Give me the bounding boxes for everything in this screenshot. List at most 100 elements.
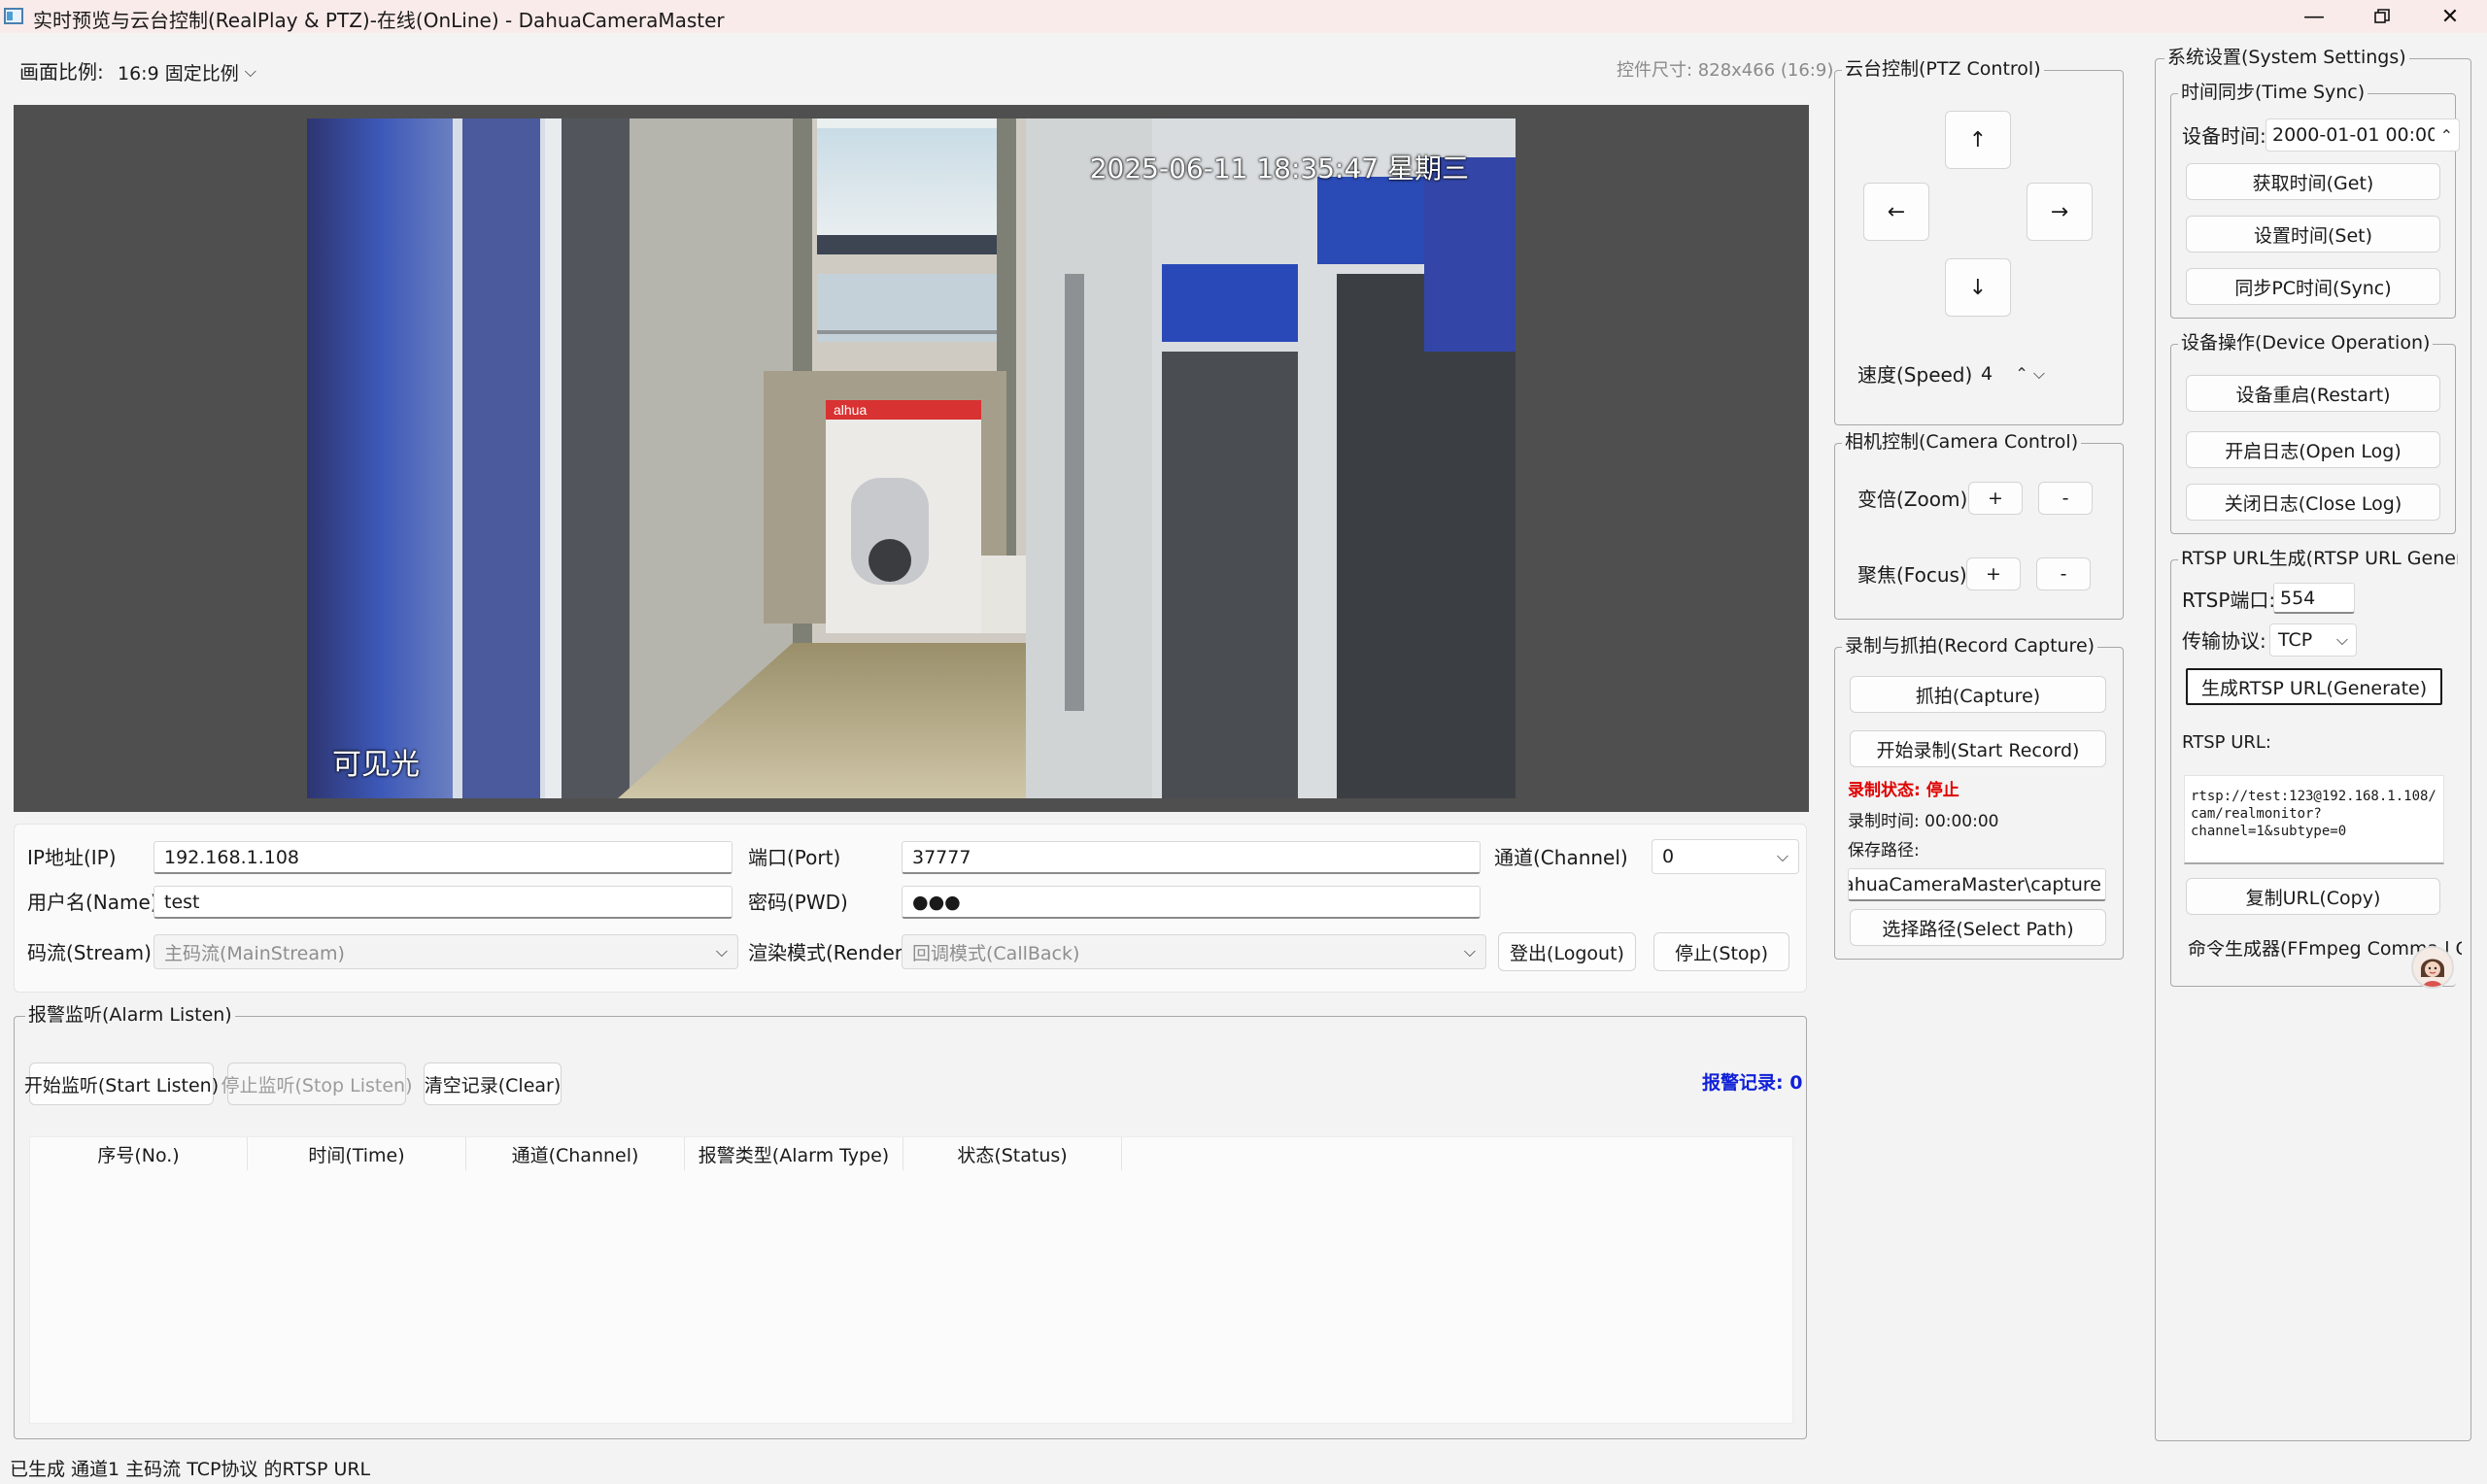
record-group-title: 录制与抓拍(Record Capture) xyxy=(1842,637,2098,656)
speed-spinbox[interactable]: 4 ⌃ ⌵ xyxy=(1970,357,2056,390)
port-input[interactable]: 37777 xyxy=(902,841,1481,874)
chevron-down-icon: ⌵ xyxy=(244,62,256,81)
camera-group xyxy=(1834,443,2124,620)
record-time: 录制时间: 00:00:00 xyxy=(1848,812,1999,831)
ptz-group-title: 云台控制(PTZ Control) xyxy=(1842,60,2044,79)
column-header[interactable]: 状态(Status) xyxy=(903,1137,1122,1170)
device-operation-title: 设备操作(Device Operation) xyxy=(2178,334,2434,353)
username-label: 用户名(Name) xyxy=(27,891,158,914)
title-bar: 实时预览与云台控制(RealPlay & PTZ)-在线(OnLine) - D… xyxy=(0,0,2487,33)
column-header[interactable]: 时间(Time) xyxy=(248,1137,466,1170)
restore-icon[interactable] xyxy=(2353,0,2411,33)
ptz-left-button[interactable]: ← xyxy=(1863,183,1929,241)
stream-select[interactable]: 主码流(MainStream) ⌵ xyxy=(153,934,738,969)
render-select[interactable]: 回调模式(CallBack) ⌵ xyxy=(902,934,1486,969)
video-channel-label: 可见光 xyxy=(332,748,420,782)
open-log-button[interactable]: 开启日志(Open Log) xyxy=(2186,431,2440,468)
focus-label: 聚焦(Focus) xyxy=(1857,563,1967,587)
rtsp-port-label: RTSP端口: xyxy=(2182,589,2276,612)
ptz-down-button[interactable]: ↓ xyxy=(1945,258,2011,317)
rtsp-port-input[interactable]: 554 xyxy=(2273,583,2355,614)
alarm-count: 报警记录: 0 xyxy=(1702,1072,1803,1094)
protocol-value: TCP xyxy=(2278,629,2313,651)
start-listen-button[interactable]: 开始监听(Start Listen) xyxy=(24,1062,219,1105)
ptz-up-button[interactable]: ↑ xyxy=(1945,111,2011,169)
stream-value: 主码流(MainStream) xyxy=(164,942,345,964)
camera-frame-image: alhua xyxy=(307,118,1516,798)
port-label: 端口(Port) xyxy=(748,846,841,869)
assistant-avatar-icon[interactable] xyxy=(2411,946,2454,989)
get-time-button[interactable]: 获取时间(Get) xyxy=(2186,163,2440,200)
speed-value: 4 xyxy=(1981,363,1993,385)
column-header[interactable]: 报警类型(Alarm Type) xyxy=(685,1137,903,1170)
video-preview[interactable]: alhua 2025-06-11 18:35:47 星期三 可见光 xyxy=(307,118,1516,798)
camera-group-title: 相机控制(Camera Control) xyxy=(1842,433,2082,452)
sync-pc-time-button[interactable]: 同步PC时间(Sync) xyxy=(2186,268,2440,305)
system-group-title: 系统设置(System Settings) xyxy=(2164,49,2409,67)
alarm-group-title: 报警监听(Alarm Listen) xyxy=(25,1006,235,1025)
channel-value: 0 xyxy=(1662,846,1675,867)
column-header[interactable]: 序号(No.) xyxy=(30,1137,248,1170)
restart-button[interactable]: 设备重启(Restart) xyxy=(2186,375,2440,412)
speed-label: 速度(Speed) xyxy=(1857,363,1973,387)
box-brand-text: alhua xyxy=(834,402,867,418)
render-label: 渲染模式(Render) xyxy=(748,941,910,964)
password-label: 密码(PWD) xyxy=(748,891,848,914)
aspect-ratio-select[interactable]: 16:9 固定比例 ⌵ xyxy=(107,54,264,89)
zoom-out-button[interactable]: - xyxy=(2038,482,2093,515)
aspect-ratio-value: 16:9 固定比例 xyxy=(118,62,239,84)
chevron-down-icon: ⌵ xyxy=(715,942,728,961)
save-path-input[interactable]: ,DahuaCameraMaster\capture xyxy=(1848,868,2106,901)
window-title: 实时预览与云台控制(RealPlay & PTZ)-在线(OnLine) - D… xyxy=(33,9,725,32)
logout-button[interactable]: 登出(Logout) xyxy=(1498,932,1636,971)
stop-listen-button[interactable]: 停止监听(Stop Listen) xyxy=(221,1062,413,1105)
chevron-down-icon: ⌵ xyxy=(1776,847,1789,865)
clear-button[interactable]: 清空记录(Clear) xyxy=(424,1062,562,1105)
password-input[interactable]: ●●● xyxy=(902,886,1481,919)
save-path-label: 保存路径: xyxy=(1848,841,1920,860)
capture-button[interactable]: 抓拍(Capture) xyxy=(1850,676,2106,713)
control-size-label: 控件尺寸: 828x466 (16:9) xyxy=(1617,60,1834,81)
time-sync-title: 时间同步(Time Sync) xyxy=(2178,84,2368,102)
alarm-table-header: 序号(No.) 时间(Time) 通道(Channel) 报警类型(Alarm … xyxy=(30,1137,1792,1170)
generate-rtsp-button[interactable]: 生成RTSP URL(Generate) xyxy=(2186,668,2442,705)
stop-button[interactable]: 停止(Stop) xyxy=(1653,932,1789,971)
app-icon xyxy=(4,8,23,24)
select-path-button[interactable]: 选择路径(Select Path) xyxy=(1850,909,2106,946)
rtsp-url-output[interactable]: rtsp://test:123@192.168.1.108/ cam/realm… xyxy=(2184,775,2444,864)
stream-label: 码流(Stream) xyxy=(27,941,152,964)
render-value: 回调模式(CallBack) xyxy=(912,942,1080,964)
device-time-input[interactable]: 2000-01-01 00:00:0 ⌃ xyxy=(2266,118,2460,152)
column-header[interactable]: 通道(Channel) xyxy=(466,1137,685,1170)
close-icon[interactable]: ✕ xyxy=(2421,0,2479,33)
spin-arrows-icon[interactable]: ⌃ ⌵ xyxy=(2015,364,2045,384)
chevron-down-icon: ⌵ xyxy=(2335,630,2348,649)
rtsp-group-title: RTSP URL生成(RTSP URL Generato xyxy=(2178,550,2458,568)
protocol-label: 传输协议: xyxy=(2182,629,2266,653)
focus-out-button[interactable]: - xyxy=(2036,557,2091,590)
chevron-up-icon[interactable]: ⌃ xyxy=(2440,126,2453,145)
start-record-button[interactable]: 开始录制(Start Record) xyxy=(1850,730,2106,767)
record-status: 录制状态: 停止 xyxy=(1848,781,1959,800)
device-time-value: 2000-01-01 00:00:0 xyxy=(2272,124,2435,146)
rtsp-url-label: RTSP URL: xyxy=(2182,732,2271,753)
chevron-down-icon: ⌵ xyxy=(1463,942,1476,961)
zoom-label: 变倍(Zoom) xyxy=(1857,488,1968,511)
channel-label: 通道(Channel) xyxy=(1494,846,1628,869)
status-bar-text: 已生成 通道1 主码流 TCP协议 的RTSP URL xyxy=(10,1459,371,1480)
minimize-icon[interactable]: — xyxy=(2285,0,2343,33)
zoom-in-button[interactable]: + xyxy=(1968,482,2023,515)
protocol-select[interactable]: TCP ⌵ xyxy=(2269,624,2357,657)
close-log-button[interactable]: 关闭日志(Close Log) xyxy=(2186,484,2440,521)
copy-url-button[interactable]: 复制URL(Copy) xyxy=(2186,878,2440,915)
ip-input[interactable]: 192.168.1.108 xyxy=(153,841,732,874)
username-input[interactable]: test xyxy=(153,886,732,919)
ip-label: IP地址(IP) xyxy=(27,846,117,869)
ptz-right-button[interactable]: → xyxy=(2027,183,2093,241)
set-time-button[interactable]: 设置时间(Set) xyxy=(2186,216,2440,253)
alarm-table[interactable]: 序号(No.) 时间(Time) 通道(Channel) 报警类型(Alarm … xyxy=(29,1136,1793,1424)
channel-select[interactable]: 0 ⌵ xyxy=(1652,839,1799,874)
focus-in-button[interactable]: + xyxy=(1966,557,2021,590)
aspect-ratio-label: 画面比例: xyxy=(19,60,104,84)
device-time-label: 设备时间: xyxy=(2182,124,2266,148)
